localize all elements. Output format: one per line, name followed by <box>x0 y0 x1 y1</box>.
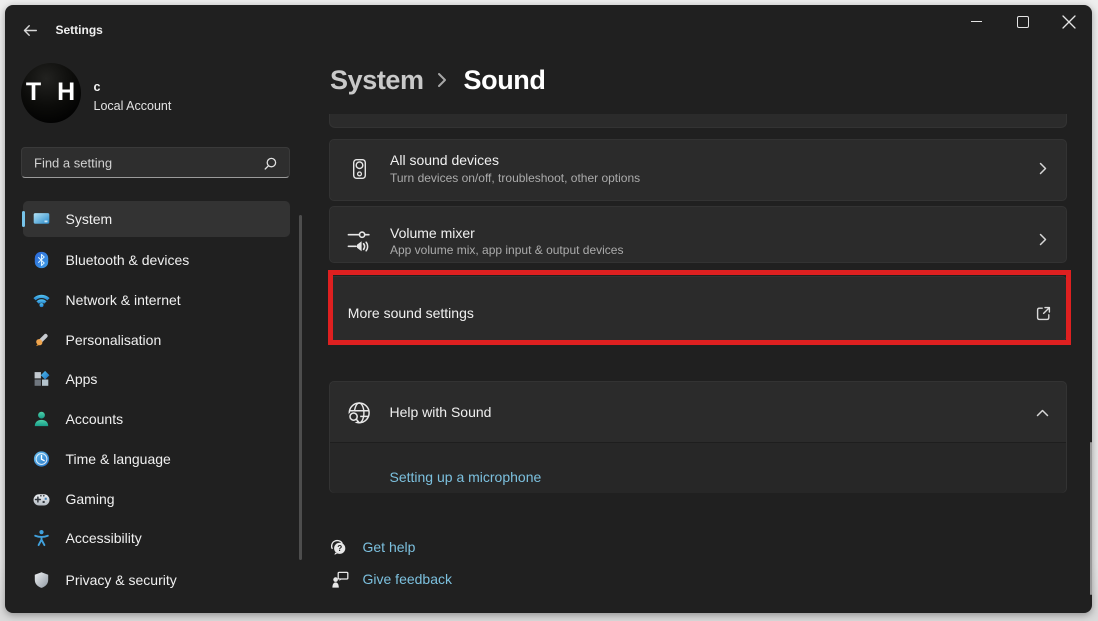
svg-text:?: ? <box>337 543 342 552</box>
